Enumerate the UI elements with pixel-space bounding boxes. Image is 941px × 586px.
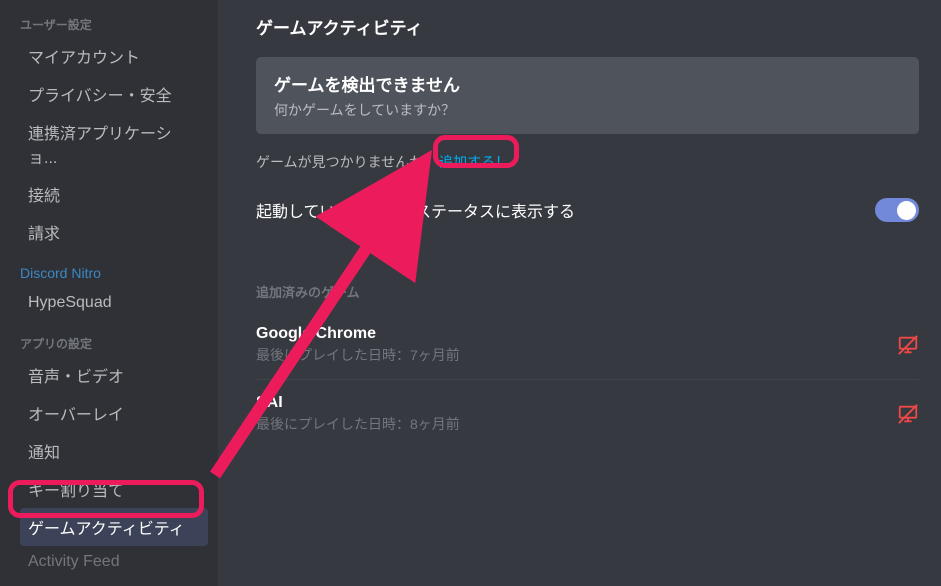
category-user-settings: ユーザー設定 bbox=[20, 8, 208, 37]
game-row: SAI 最後にプレイした日時：8ヶ月前 bbox=[256, 394, 919, 448]
sidebar-item-privacy[interactable]: プライバシー・安全 bbox=[20, 75, 208, 113]
sidebar: ユーザー設定 マイアカウント プライバシー・安全 連携済アプリケーショ... 接… bbox=[0, 0, 218, 586]
display-game-status-row: 起動しているゲームをステータスに表示する bbox=[256, 198, 919, 222]
no-game-subtext: 何かゲームをしていますか？ bbox=[274, 100, 901, 120]
display-game-status-label: 起動しているゲームをステータスに表示する bbox=[256, 198, 575, 222]
no-game-detected-box: ゲームを検出できません 何かゲームをしていますか？ bbox=[256, 57, 919, 134]
category-app-settings: アプリの設定 bbox=[20, 319, 208, 356]
page-title: ゲームアクティビティ bbox=[256, 14, 919, 39]
sidebar-item-billing[interactable]: 請求 bbox=[20, 213, 208, 251]
sidebar-item-nitro[interactable]: Discord Nitro bbox=[20, 251, 208, 287]
sidebar-item-keybinds[interactable]: キー割り当て bbox=[20, 470, 208, 508]
add-game-prefix: ゲームが見つかりませんか bbox=[256, 152, 423, 172]
sidebar-item-voice-video[interactable]: 音声・ビデオ bbox=[20, 356, 208, 394]
overlay-disabled-icon[interactable] bbox=[897, 334, 919, 356]
sidebar-item-hypesquad[interactable]: HypeSquad bbox=[20, 287, 208, 319]
game-last-played: 最後にプレイした日時：7ヶ月前 bbox=[256, 345, 460, 365]
game-last-played: 最後にプレイした日時：8ヶ月前 bbox=[256, 414, 460, 434]
sidebar-item-activity-feed[interactable]: Activity Feed bbox=[20, 546, 208, 578]
sidebar-item-connections[interactable]: 接続 bbox=[20, 175, 208, 213]
no-game-heading: ゲームを検出できません bbox=[274, 71, 901, 96]
add-game-link[interactable]: 追加する！ bbox=[429, 148, 519, 176]
sidebar-item-game-library[interactable]: ゲームライブラリ bbox=[20, 578, 208, 586]
overlay-disabled-icon[interactable] bbox=[897, 403, 919, 425]
sidebar-item-game-activity[interactable]: ゲームアクティビティ bbox=[20, 508, 208, 546]
added-games-heading: 追加済みのゲーム bbox=[256, 282, 919, 301]
sidebar-item-authorized-apps[interactable]: 連携済アプリケーショ... bbox=[20, 113, 208, 175]
sidebar-item-my-account[interactable]: マイアカウント bbox=[20, 37, 208, 75]
sidebar-item-overlay[interactable]: オーバーレイ bbox=[20, 394, 208, 432]
add-game-line: ゲームが見つかりませんか 追加する！ bbox=[256, 148, 919, 176]
sidebar-item-notifications[interactable]: 通知 bbox=[20, 432, 208, 470]
game-name: SAI bbox=[256, 394, 460, 412]
display-game-status-toggle[interactable] bbox=[875, 198, 919, 222]
game-row: Google Chrome 最後にプレイした日時：7ヶ月前 bbox=[256, 325, 919, 380]
game-name: Google Chrome bbox=[256, 325, 460, 343]
main-content: ゲームアクティビティ ゲームを検出できません 何かゲームをしていますか？ ゲーム… bbox=[218, 0, 941, 586]
